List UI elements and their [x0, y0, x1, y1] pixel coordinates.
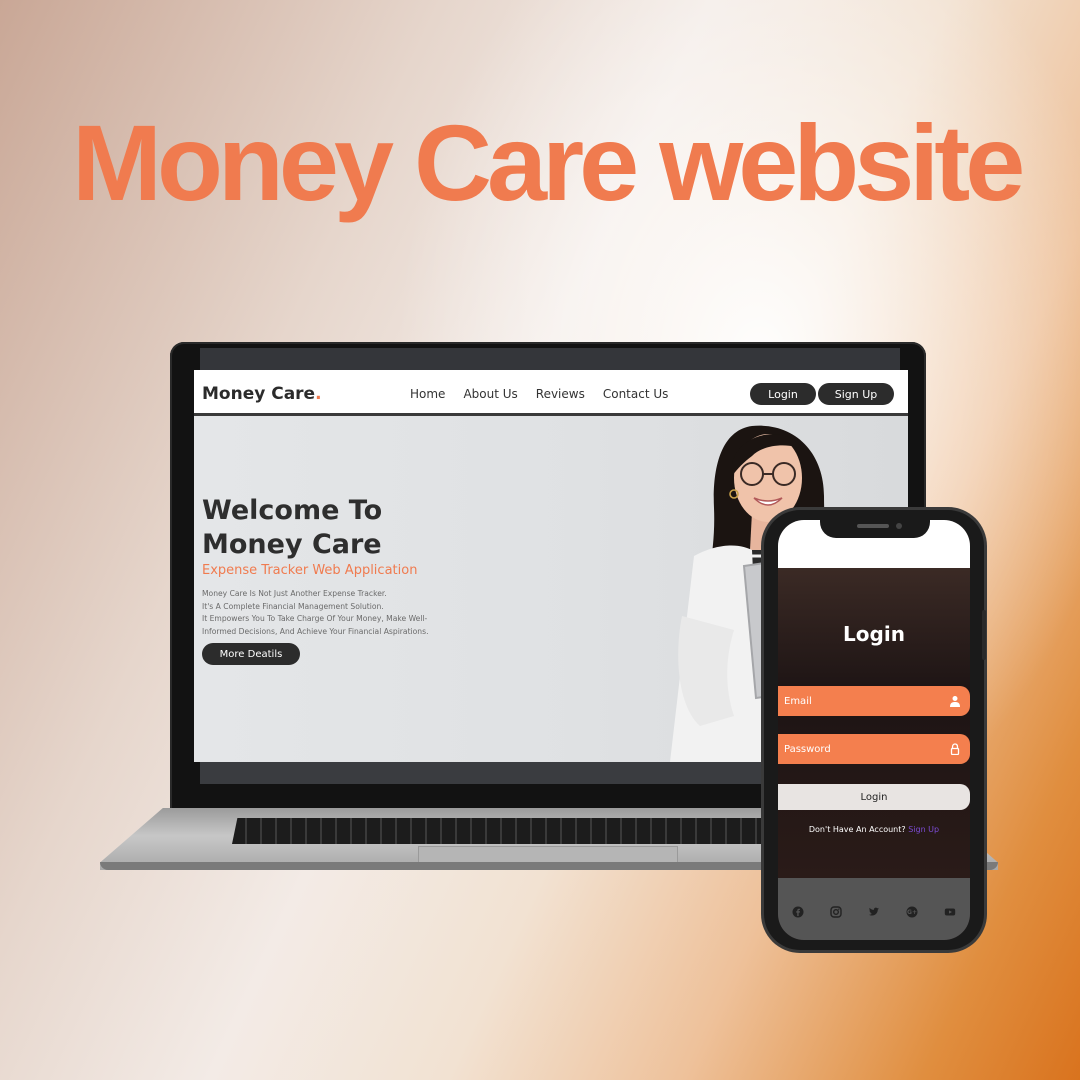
more-details-button[interactable]: More Deatils	[202, 643, 300, 665]
laptop-navbar: Money Care. Home About Us Reviews Contac…	[194, 370, 908, 416]
signup-prompt-text: Don't Have An Account?	[808, 825, 906, 834]
hero-description-line: Informed Decisions, And Achieve Your Fin…	[202, 626, 429, 636]
nav-link-reviews[interactable]: Reviews	[536, 387, 585, 401]
youtube-icon[interactable]	[944, 906, 956, 918]
social-links: G+	[792, 906, 956, 918]
svg-text:G+: G+	[907, 909, 917, 916]
signup-link[interactable]: Sign Up	[908, 825, 939, 834]
nav-link-contact-us[interactable]: Contact Us	[603, 387, 669, 401]
phone-login-title: Login	[843, 622, 905, 646]
email-placeholder: Email	[784, 695, 812, 707]
phone-screen: Login Email Password Login Don't Have An…	[778, 520, 970, 940]
laptop-keyboard	[232, 818, 772, 844]
hero-subtitle: Expense Tracker Web Application	[202, 563, 418, 578]
phone-camera	[896, 523, 902, 529]
nav-links: Home About Us Reviews Contact Us	[410, 387, 668, 401]
signup-prompt: Don't Have An Account? Sign Up	[778, 825, 970, 834]
twitter-icon[interactable]	[868, 906, 880, 918]
site-logo[interactable]: Money Care.	[202, 384, 322, 404]
hero-description-line: It Empowers You To Take Charge Of Your M…	[202, 614, 428, 624]
nav-link-home[interactable]: Home	[410, 387, 445, 401]
phone-speaker	[857, 524, 889, 528]
nav-link-about-us[interactable]: About Us	[463, 387, 517, 401]
login-button[interactable]: Login	[750, 383, 816, 405]
signup-button[interactable]: Sign Up	[818, 383, 894, 405]
hero-description-line: It's A Complete Financial Management Sol…	[202, 601, 384, 611]
lock-icon	[950, 743, 960, 755]
headline: Money Care website	[72, 102, 1025, 223]
logo-dot: .	[315, 384, 322, 404]
password-placeholder: Password	[784, 743, 831, 755]
hero-description-line: Money Care Is Not Just Another Expense T…	[202, 589, 387, 598]
email-field[interactable]: Email	[778, 686, 970, 716]
password-field[interactable]: Password	[778, 734, 970, 764]
phone-login-button[interactable]: Login	[778, 784, 970, 810]
google-plus-icon[interactable]: G+	[906, 906, 918, 918]
instagram-icon[interactable]	[830, 906, 842, 918]
hero-title: Welcome To Money Care	[202, 495, 383, 560]
facebook-icon[interactable]	[792, 906, 804, 918]
phone-side-button	[982, 610, 986, 660]
user-icon	[950, 696, 960, 707]
hero-description: Money Care Is Not Just Another Expense T…	[202, 588, 492, 638]
